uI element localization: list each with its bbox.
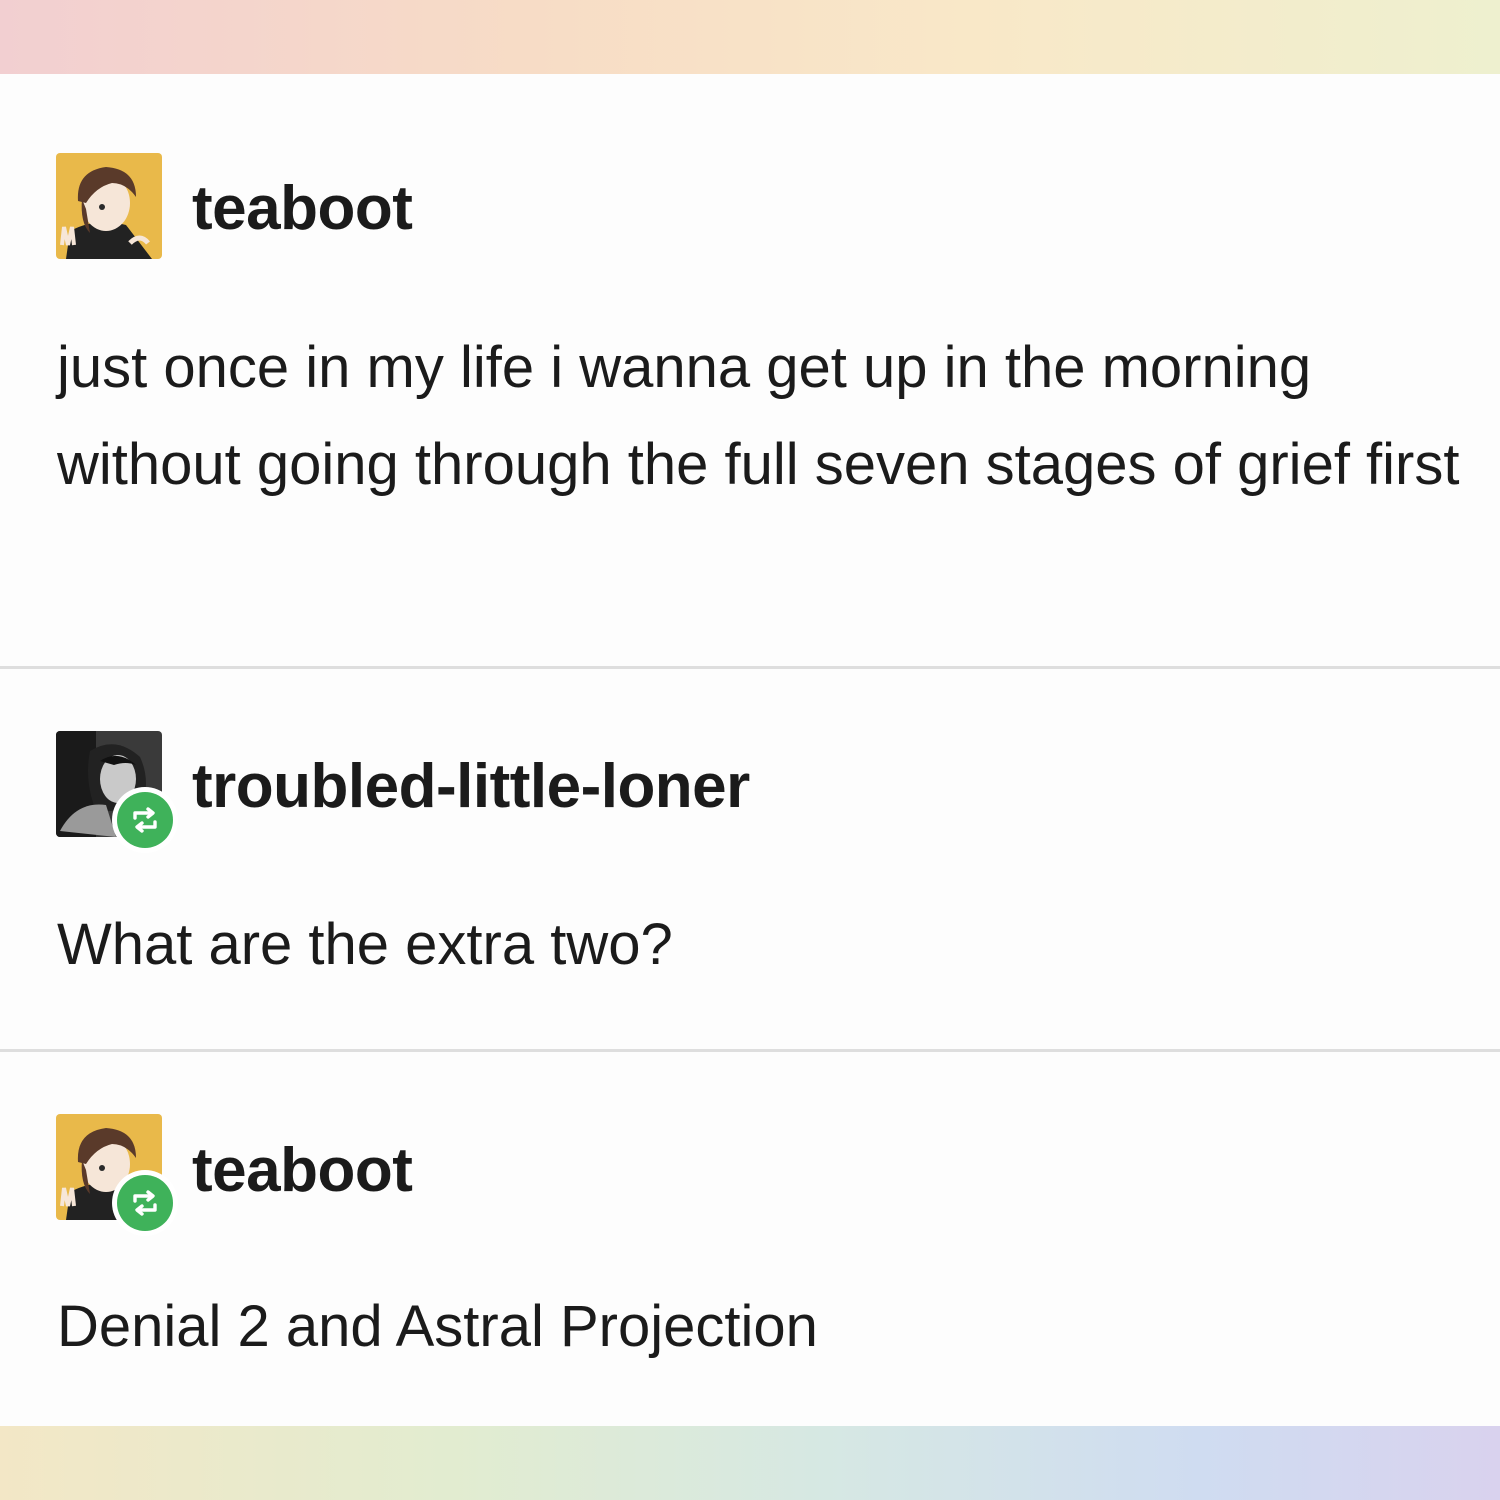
reblog-icon xyxy=(133,1190,157,1216)
post-text: What are the extra two? xyxy=(57,912,673,977)
username[interactable]: teaboot xyxy=(192,178,413,240)
reblog-badge xyxy=(112,787,178,853)
avatar-troubled-little-loner[interactable] xyxy=(56,731,178,853)
post-text: just once in my life i wanna get up in t… xyxy=(57,335,1460,497)
post-text: Denial 2 and Astral Projection xyxy=(57,1294,818,1359)
divider xyxy=(0,666,1500,669)
reblog-badge xyxy=(112,1170,178,1236)
teaboot-avatar-image xyxy=(56,153,162,259)
avatar-teaboot[interactable] xyxy=(56,1114,178,1236)
top-gradient-border xyxy=(0,0,1500,74)
bottom-gradient-border xyxy=(0,1426,1500,1500)
avatar-teaboot[interactable] xyxy=(56,153,162,259)
reblog-icon xyxy=(133,807,157,833)
username[interactable]: troubled-little-loner xyxy=(192,756,750,818)
username[interactable]: teaboot xyxy=(192,1140,413,1202)
post-thread: teaboot just once in my life i wanna get… xyxy=(0,74,1500,1426)
divider xyxy=(0,1049,1500,1052)
